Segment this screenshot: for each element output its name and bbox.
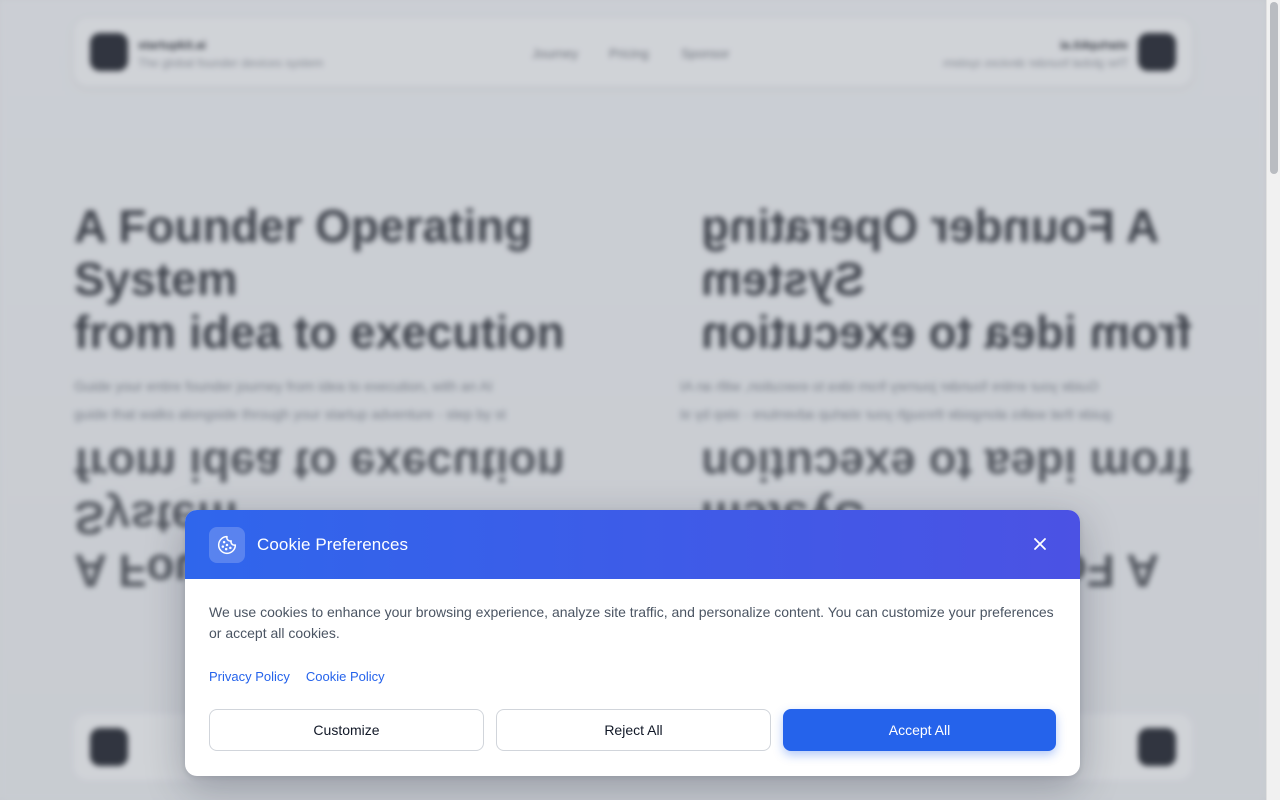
scrollbar-thumb[interactable] [1270,2,1278,174]
privacy-policy-link[interactable]: Privacy Policy [209,669,290,684]
close-icon [1034,538,1046,550]
cookie-description: We use cookies to enhance your browsing … [209,604,1054,641]
customize-button[interactable]: Customize [209,709,484,751]
cookie-policy-link[interactable]: Cookie Policy [306,669,385,684]
accept-all-button[interactable]: Accept All [783,709,1056,751]
policy-links: Privacy Policy Cookie Policy [209,669,385,684]
modal-title: Cookie Preferences [257,535,409,554]
modal-header: Cookie Preferences [185,510,1080,579]
page-scrollbar[interactable] [1266,0,1280,800]
close-button[interactable] [1030,534,1050,554]
cookie-icon [209,527,245,563]
reject-all-button[interactable]: Reject All [496,709,771,751]
cookie-preferences-modal: Cookie Preferences We use cookies to enh… [185,510,1080,776]
